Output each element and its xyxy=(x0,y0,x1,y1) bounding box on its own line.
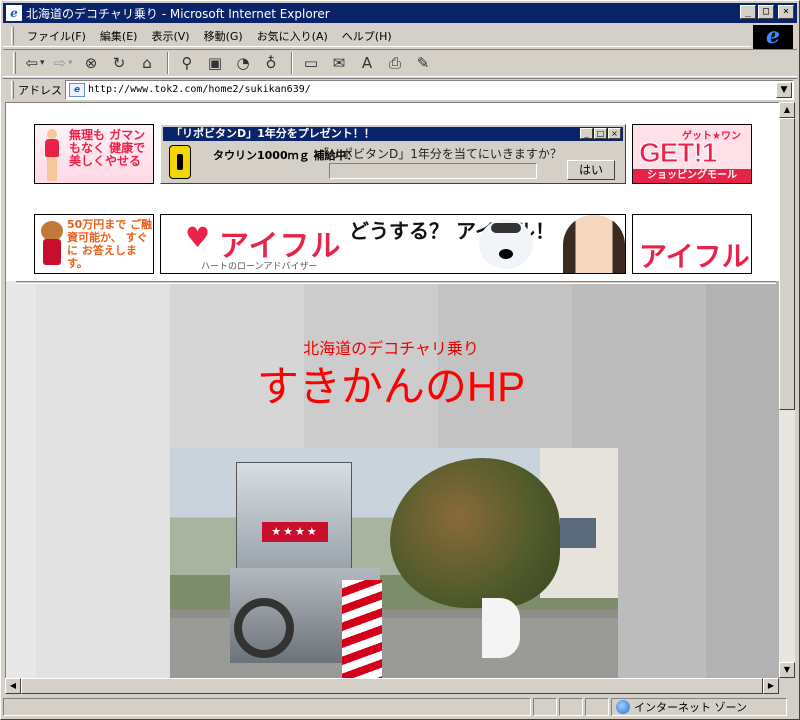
ad-getone-bottom: ショッピングモール xyxy=(633,169,751,183)
menu-grip[interactable] xyxy=(11,26,14,45)
search-icon[interactable]: ⚲ xyxy=(174,52,200,74)
status-bar: インターネット ゾーン xyxy=(3,697,797,717)
scroll-corner xyxy=(779,678,795,694)
menu-go[interactable]: 移動(G) xyxy=(197,26,250,46)
ad-diet-text: 無理も ガマンもなく 健康で 美しくやせる xyxy=(69,128,146,168)
ad-banner-aiful[interactable]: ♥ アイフル ハートのローンアドバイザー どうする？ アイフル！ xyxy=(160,214,626,274)
stop-icon[interactable]: ⊗ xyxy=(78,52,104,74)
popup-minimize-button[interactable]: _ xyxy=(580,128,593,139)
decochari-photo: ★★★★ xyxy=(170,448,618,678)
toolbar-separator xyxy=(167,52,169,74)
ie-page-icon: e xyxy=(6,5,22,21)
title-bar[interactable]: e 北海道のデコチャリ乗り - Microsoft Internet Explo… xyxy=(3,3,797,23)
channels-icon[interactable]: ♁ xyxy=(258,52,284,74)
status-cell xyxy=(559,698,583,716)
edit-icon[interactable]: ✎ xyxy=(410,52,436,74)
bottle-icon xyxy=(169,145,191,179)
close-button[interactable]: × xyxy=(778,5,794,19)
address-bar: アドレス e http://www.tok2.com/home2/sukikan… xyxy=(3,78,797,100)
ad-loan-text: 50万円まで ご融資可能か、 すぐに お答えします。 xyxy=(67,218,153,270)
horizontal-scrollbar[interactable]: ◀ ▶ xyxy=(5,678,779,694)
toolbar-grip[interactable] xyxy=(13,52,16,74)
model-image xyxy=(563,215,625,273)
ad-getone-logo: GET!1 xyxy=(638,137,717,169)
address-url[interactable]: http://www.tok2.com/home2/sukikan639/ xyxy=(88,84,311,95)
popup-yes-button[interactable]: はい xyxy=(567,160,615,180)
popup-title: 「リポビタンD」1年分をプレゼント！！ xyxy=(171,127,375,140)
scroll-up-button[interactable]: ▲ xyxy=(779,102,795,118)
status-cell xyxy=(533,698,557,716)
favorites-icon[interactable]: ▣ xyxy=(202,52,228,74)
ie-logo-icon: e xyxy=(753,25,793,49)
dog-mascot-icon xyxy=(39,221,65,267)
history-icon[interactable]: ◔ xyxy=(230,52,256,74)
popup-question: 「リポビタンD」1年分を当てにいきますか？ xyxy=(317,147,562,161)
vertical-scrollbar[interactable]: ▲ ▼ xyxy=(779,102,795,678)
window-title: 北海道のデコチャリ乗り - Microsoft Internet Explore… xyxy=(26,6,330,21)
address-dropdown-button[interactable]: ▼ xyxy=(776,81,792,98)
scroll-down-button[interactable]: ▼ xyxy=(779,662,795,678)
status-text xyxy=(3,698,531,716)
maximize-button[interactable]: □ xyxy=(758,5,774,19)
popup-close-button[interactable]: × xyxy=(608,128,621,139)
ad-aiful-sub: ハートのローンアドバイザー xyxy=(201,262,318,272)
ad-banner-getone[interactable]: ゲット★ワン GET!1 ショッピングモール xyxy=(632,124,752,184)
popup-title-bar: 「リポビタンD」1年分をプレゼント！！ _ □ × xyxy=(163,127,623,141)
address-grip[interactable] xyxy=(11,80,14,99)
minimize-button[interactable]: _ xyxy=(740,5,756,19)
forward-icon[interactable]: ⇨ xyxy=(50,52,76,74)
home-icon[interactable]: ⌂ xyxy=(134,52,160,74)
popup-controls: _ □ × xyxy=(580,128,621,139)
menu-bar: ファイル(F) 編集(E) 表示(V) 移動(G) お気に入り(A) ヘルプ(H… xyxy=(3,25,751,47)
ad-banner-diet[interactable]: 無理も ガマンもなく 健康で 美しくやせる xyxy=(34,124,154,184)
photo-red-panel: ★★★★ xyxy=(262,522,328,542)
model-figure xyxy=(41,129,63,181)
vertical-scroll-thumb[interactable] xyxy=(779,118,795,410)
mail-icon[interactable]: ✉ xyxy=(326,52,352,74)
browser-window: e 北海道のデコチャリ乗り - Microsoft Internet Explo… xyxy=(0,0,800,720)
fullscreen-icon[interactable]: ▭ xyxy=(298,52,324,74)
back-icon[interactable]: ⇦ xyxy=(22,52,48,74)
menu-file[interactable]: ファイル(F) xyxy=(20,26,93,46)
status-cell xyxy=(585,698,609,716)
font-icon[interactable]: A xyxy=(354,52,380,74)
menu-view[interactable]: 表示(V) xyxy=(144,26,196,46)
page-title: すきかんのHP xyxy=(256,363,526,410)
ad-banner-loan-small[interactable]: 50万円まで ご融資可能か、 すぐに お答えします。 xyxy=(34,214,154,274)
photo-rising-sun-flag xyxy=(342,580,382,678)
menu-help[interactable]: ヘルプ(H) xyxy=(335,26,399,46)
toolbar-separator xyxy=(291,52,293,74)
popup-maximize-button[interactable]: □ xyxy=(594,128,607,139)
scroll-left-button[interactable]: ◀ xyxy=(5,678,21,694)
address-input[interactable]: e http://www.tok2.com/home2/sukikan639/ … xyxy=(65,79,794,100)
ad-aiful-small-brand: アイフル xyxy=(639,240,750,273)
status-zone: インターネット ゾーン xyxy=(611,698,787,716)
popup-progress-field xyxy=(329,163,537,179)
ad-popup-lipovitan[interactable]: 「リポビタンD」1年分をプレゼント！！ _ □ × タウリン1000ｍｇ 補給中… xyxy=(160,124,626,184)
window-controls: _ □ × xyxy=(740,5,794,19)
chihuahua-image xyxy=(479,219,533,269)
photo-tree xyxy=(390,458,560,608)
scroll-right-button[interactable]: ▶ xyxy=(763,678,779,694)
address-label: アドレス xyxy=(18,83,62,97)
photo-white-flag xyxy=(482,598,520,658)
ad-banner-aiful-small[interactable]: アイフル xyxy=(632,214,752,274)
menu-favorites[interactable]: お気に入り(A) xyxy=(250,26,335,46)
horizontal-rule xyxy=(16,281,776,284)
page-icon: e xyxy=(69,82,85,97)
print-icon[interactable]: ⎙ xyxy=(382,52,408,74)
status-zone-label: インターネット ゾーン xyxy=(634,701,747,714)
globe-icon xyxy=(616,700,630,714)
standard-toolbar: ⇦ ⇨ ⊗ ↻ ⌂ ⚲ ▣ ◔ ♁ ▭ ✉ A ⎙ ✎ xyxy=(3,49,797,77)
heart-icon: ♥ xyxy=(185,221,211,254)
menu-edit[interactable]: 編集(E) xyxy=(93,26,145,46)
refresh-icon[interactable]: ↻ xyxy=(106,52,132,74)
page-viewport: 無理も ガマンもなく 健康で 美しくやせる 「リポビタンD」1年分をプレゼント！… xyxy=(5,102,779,678)
horizontal-scroll-thumb[interactable] xyxy=(21,678,763,694)
photo-wheel xyxy=(234,598,294,658)
photo-bike-box xyxy=(236,462,352,570)
